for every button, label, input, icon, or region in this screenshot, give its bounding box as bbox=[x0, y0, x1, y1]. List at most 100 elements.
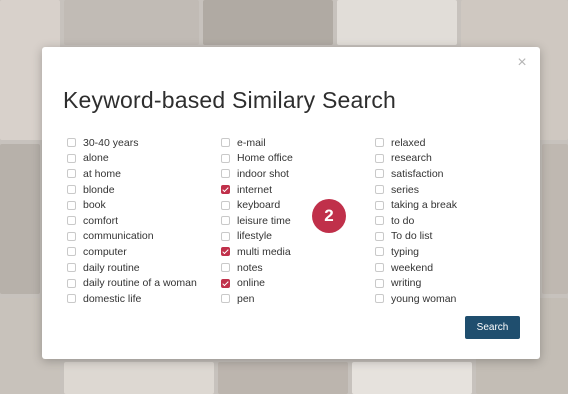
keyword-label: lifestyle bbox=[237, 230, 273, 243]
keyword-option[interactable]: writing bbox=[375, 275, 457, 291]
checkbox-checked[interactable] bbox=[221, 185, 230, 195]
keyword-label: To do list bbox=[391, 230, 433, 243]
checkbox-unchecked[interactable] bbox=[375, 263, 384, 273]
keyword-label: relaxed bbox=[391, 136, 426, 149]
checkbox-unchecked[interactable] bbox=[375, 231, 384, 241]
checkbox-unchecked[interactable] bbox=[67, 231, 76, 241]
keyword-label: at home bbox=[83, 167, 121, 180]
keyword-option[interactable]: internet bbox=[221, 182, 293, 198]
keyword-option[interactable]: online bbox=[221, 275, 293, 291]
keyword-option[interactable]: keyboard bbox=[221, 197, 293, 213]
checkbox-unchecked[interactable] bbox=[67, 216, 76, 226]
keyword-option[interactable]: indoor shot bbox=[221, 166, 293, 182]
keyword-option[interactable]: 30-40 years bbox=[67, 135, 197, 151]
keyword-label: to do bbox=[391, 214, 415, 227]
keyword-label: research bbox=[391, 152, 432, 165]
keyword-option[interactable]: taking a break bbox=[375, 197, 457, 213]
checkbox-unchecked[interactable] bbox=[221, 138, 230, 148]
checkbox-unchecked[interactable] bbox=[375, 200, 384, 210]
checkbox-unchecked[interactable] bbox=[67, 169, 76, 179]
keyword-label: young woman bbox=[391, 292, 457, 305]
keyword-option[interactable]: blonde bbox=[67, 182, 197, 198]
keyword-label: internet bbox=[237, 183, 273, 196]
close-icon[interactable]: × bbox=[514, 55, 530, 71]
checkbox-unchecked[interactable] bbox=[221, 231, 230, 241]
checkbox-checked[interactable] bbox=[221, 278, 230, 288]
keyword-column-3: relaxed research satisfaction series taking … bbox=[375, 135, 457, 307]
keyword-column-2: e-mail Home office indoor shot internet keyb… bbox=[221, 135, 293, 307]
keyword-label: multi media bbox=[237, 245, 291, 258]
similarity-search-dialog: × Keyword-based Similary Search 30-40 ye… bbox=[42, 47, 540, 359]
keyword-option[interactable]: comfort bbox=[67, 213, 197, 229]
checkbox-unchecked[interactable] bbox=[67, 263, 76, 273]
keyword-option[interactable]: satisfaction bbox=[375, 166, 457, 182]
checkbox-unchecked[interactable] bbox=[67, 247, 76, 257]
keyword-option[interactable]: computer bbox=[67, 244, 197, 260]
keyword-label: alone bbox=[83, 152, 109, 165]
checkbox-unchecked[interactable] bbox=[375, 216, 384, 226]
keyword-label: online bbox=[237, 277, 266, 290]
checkbox-unchecked[interactable] bbox=[221, 200, 230, 210]
keyword-option[interactable]: research bbox=[375, 151, 457, 167]
keyword-label: typing bbox=[391, 245, 420, 258]
keyword-option[interactable]: daily routine of a woman bbox=[67, 275, 197, 291]
dialog-title: Keyword-based Similary Search bbox=[63, 87, 397, 113]
keyword-label: pen bbox=[237, 292, 255, 305]
keyword-option[interactable]: book bbox=[67, 197, 197, 213]
keyword-label: daily routine of a woman bbox=[83, 277, 197, 290]
checkbox-unchecked[interactable] bbox=[375, 169, 384, 179]
keyword-option[interactable]: leisure time bbox=[221, 213, 293, 229]
keyword-option[interactable]: lifestyle bbox=[221, 229, 293, 245]
keyword-option[interactable]: e-mail bbox=[221, 135, 293, 151]
checkbox-unchecked[interactable] bbox=[67, 185, 76, 195]
search-button[interactable]: Search bbox=[465, 316, 520, 339]
keyword-option[interactable]: domestic life bbox=[67, 291, 197, 307]
keyword-option[interactable]: pen bbox=[221, 291, 293, 307]
keyword-option[interactable]: typing bbox=[375, 244, 457, 260]
keyword-option[interactable]: at home bbox=[67, 166, 197, 182]
checkbox-unchecked[interactable] bbox=[375, 247, 384, 257]
keyword-label: domestic life bbox=[83, 292, 142, 305]
keyword-option[interactable]: young woman bbox=[375, 291, 457, 307]
step-number-badge: 2 bbox=[312, 199, 346, 233]
keyword-option[interactable]: To do list bbox=[375, 229, 457, 245]
keyword-option[interactable]: relaxed bbox=[375, 135, 457, 151]
checkbox-unchecked[interactable] bbox=[221, 153, 230, 163]
checkbox-unchecked[interactable] bbox=[221, 169, 230, 179]
keyword-label: series bbox=[391, 183, 420, 196]
checkbox-unchecked[interactable] bbox=[67, 294, 76, 304]
keyword-option[interactable]: multi media bbox=[221, 244, 293, 260]
keyword-option[interactable]: weekend bbox=[375, 260, 457, 276]
keyword-label: Home office bbox=[237, 152, 293, 165]
checkbox-unchecked[interactable] bbox=[221, 216, 230, 226]
checkbox-unchecked[interactable] bbox=[375, 185, 384, 195]
keyword-label: indoor shot bbox=[237, 167, 289, 180]
keyword-label: weekend bbox=[391, 261, 434, 274]
keyword-option[interactable]: series bbox=[375, 182, 457, 198]
checkbox-unchecked[interactable] bbox=[221, 294, 230, 304]
keyword-label: satisfaction bbox=[391, 167, 444, 180]
checkbox-unchecked[interactable] bbox=[375, 153, 384, 163]
checkbox-unchecked[interactable] bbox=[375, 278, 384, 288]
keyword-option[interactable]: daily routine bbox=[67, 260, 197, 276]
keyword-label: leisure time bbox=[237, 214, 291, 227]
keyword-label: blonde bbox=[83, 183, 115, 196]
checkbox-unchecked[interactable] bbox=[67, 138, 76, 148]
checkbox-unchecked[interactable] bbox=[221, 263, 230, 273]
checkbox-unchecked[interactable] bbox=[67, 153, 76, 163]
keyword-label: book bbox=[83, 199, 106, 212]
keyword-label: computer bbox=[83, 245, 127, 258]
keyword-option[interactable]: Home office bbox=[221, 151, 293, 167]
keyword-label: daily routine bbox=[83, 261, 140, 274]
checkbox-unchecked[interactable] bbox=[67, 200, 76, 210]
keyword-option[interactable]: notes bbox=[221, 260, 293, 276]
checkbox-unchecked[interactable] bbox=[67, 278, 76, 288]
keyword-option[interactable]: alone bbox=[67, 151, 197, 167]
keyword-label: communication bbox=[83, 230, 154, 243]
checkbox-unchecked[interactable] bbox=[375, 138, 384, 148]
keyword-option[interactable]: communication bbox=[67, 229, 197, 245]
checkbox-unchecked[interactable] bbox=[375, 294, 384, 304]
keyword-option[interactable]: to do bbox=[375, 213, 457, 229]
checkbox-checked[interactable] bbox=[221, 247, 230, 257]
keyword-label: writing bbox=[391, 277, 422, 290]
